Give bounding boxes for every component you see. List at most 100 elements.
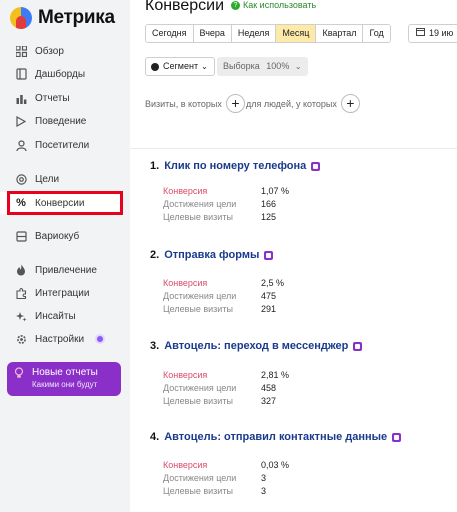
main-content: Конверсии ? Как использовать Сегодня Вче… bbox=[130, 0, 457, 512]
row-value: 2,5 % bbox=[261, 278, 285, 288]
gear-icon bbox=[14, 332, 28, 346]
reaches-row: Достижения цели 475 bbox=[163, 290, 450, 303]
target-visits-row: Целевые визиты 291 bbox=[163, 303, 450, 316]
dashboard-icon bbox=[14, 67, 28, 81]
logo-text: Метрика bbox=[38, 7, 115, 28]
goal-name: Отправка формы bbox=[164, 249, 260, 261]
sidebar: Метрика Обзор Дашборды Отчеты Поведение … bbox=[0, 0, 130, 512]
sidebar-item-label: Обзор bbox=[35, 45, 64, 57]
sidebar-item-label: Настройки bbox=[35, 333, 85, 345]
messenger-goal-icon bbox=[353, 341, 363, 351]
period-year-button[interactable]: Год bbox=[363, 25, 390, 42]
user-icon bbox=[14, 138, 28, 152]
period-yesterday-button[interactable]: Вчера bbox=[193, 25, 232, 42]
sidebar-item-label: Вариокуб bbox=[35, 230, 80, 242]
row-value: 0,03 % bbox=[261, 460, 290, 470]
row-value: 327 bbox=[261, 396, 277, 406]
row-value: 3 bbox=[261, 473, 267, 483]
row-label: Конверсия bbox=[163, 370, 208, 380]
goal-title[interactable]: 1. Клик по номеру телефона bbox=[150, 159, 450, 173]
sidebar-item-acquisition[interactable]: Привлечение bbox=[0, 259, 122, 281]
goal-title[interactable]: 2. Отправка формы bbox=[150, 248, 450, 262]
add-visits-filter-button[interactable]: + bbox=[225, 94, 245, 113]
cube-icon bbox=[14, 229, 28, 243]
conversion-row: Конверсия 1,07 % bbox=[163, 185, 450, 198]
lightbulb-icon bbox=[14, 367, 26, 396]
new-reports-promo[interactable]: Новые отчеты Какими они будут bbox=[7, 362, 121, 396]
promo-title: Новые отчеты bbox=[32, 367, 98, 378]
help-icon: ? bbox=[231, 0, 240, 10]
goal-name: Автоцель: переход в мессенджер bbox=[164, 340, 349, 352]
metrika-logo-icon bbox=[10, 7, 32, 29]
goal-number: 4. bbox=[150, 431, 160, 443]
goal-number: 3. bbox=[150, 340, 160, 352]
grid-icon bbox=[14, 44, 28, 58]
add-people-filter-button[interactable]: + bbox=[340, 94, 360, 113]
row-label: Целевые визиты bbox=[163, 486, 233, 496]
sidebar-item-visitors[interactable]: Посетители bbox=[0, 134, 122, 156]
bar-chart-icon bbox=[14, 91, 28, 105]
puzzle-icon bbox=[14, 286, 28, 300]
visits-filter: Визиты, в которых + bbox=[145, 94, 245, 113]
goal-block: 4. Автоцель: отправил контактные данные … bbox=[150, 430, 450, 498]
row-value: 2,81 % bbox=[261, 370, 290, 380]
date-range-picker[interactable]: 19 ию bbox=[408, 24, 457, 43]
goal-title[interactable]: 3. Автоцель: переход в мессенджер bbox=[150, 339, 450, 353]
row-label: Целевые визиты bbox=[163, 212, 233, 222]
sidebar-item-integrations[interactable]: Интеграции bbox=[0, 282, 122, 304]
goal-block: 2. Отправка формы Конверсия 2,5 % Достиже… bbox=[150, 248, 450, 316]
row-label: Целевые визиты bbox=[163, 304, 233, 314]
sample-dropdown[interactable]: Выборка 100% ⌄ bbox=[217, 57, 308, 76]
period-today-button[interactable]: Сегодня bbox=[146, 25, 194, 42]
people-filter: для людей, у которых + bbox=[246, 94, 360, 113]
sidebar-item-goals[interactable]: Цели bbox=[0, 168, 122, 190]
sample-label: Выборка bbox=[223, 61, 260, 71]
period-month-button[interactable]: Месяц bbox=[276, 25, 317, 42]
period-week-button[interactable]: Неделя bbox=[231, 25, 277, 42]
sidebar-item-overview[interactable]: Обзор bbox=[0, 40, 122, 62]
sidebar-item-variocube[interactable]: Вариокуб bbox=[0, 225, 122, 247]
chevron-down-icon: ⌄ bbox=[201, 62, 208, 71]
row-label: Достижения цели bbox=[163, 383, 237, 393]
goal-number: 2. bbox=[150, 249, 160, 261]
goal-number: 1. bbox=[150, 160, 160, 172]
promo-subtitle: Какими они будут bbox=[32, 380, 98, 389]
sidebar-item-label: Поведение bbox=[35, 115, 87, 127]
segment-label: Сегмент bbox=[163, 61, 199, 71]
pie-chart-icon bbox=[151, 62, 159, 71]
contact-goal-icon bbox=[392, 432, 402, 442]
how-to-use-label: Как использовать bbox=[243, 0, 317, 10]
period-quarter-button[interactable]: Квартал bbox=[316, 25, 364, 42]
notification-dot bbox=[97, 336, 104, 342]
row-label: Конверсия bbox=[163, 460, 208, 470]
row-label: Достижения цели bbox=[163, 199, 237, 209]
date-range-value: 19 ию bbox=[429, 28, 454, 38]
goal-title[interactable]: 4. Автоцель: отправил контактные данные bbox=[150, 430, 450, 444]
page-title: Конверсии bbox=[145, 0, 225, 14]
target-icon bbox=[14, 172, 28, 186]
sidebar-item-dashboards[interactable]: Дашборды bbox=[0, 63, 122, 85]
sidebar-item-settings[interactable]: Настройки bbox=[0, 328, 122, 350]
sidebar-item-label: Инсайты bbox=[35, 310, 76, 322]
row-value: 1,07 % bbox=[261, 186, 290, 196]
visits-filter-label: Визиты, в которых bbox=[145, 98, 222, 109]
sidebar-item-insights[interactable]: Инсайты bbox=[0, 305, 122, 327]
row-value: 458 bbox=[261, 383, 277, 393]
target-visits-row: Целевые визиты 3 bbox=[163, 485, 450, 498]
app-logo[interactable]: Метрика bbox=[10, 7, 115, 29]
goal-block: 3. Автоцель: переход в мессенджер Конвер… bbox=[150, 339, 450, 408]
sidebar-item-reports[interactable]: Отчеты bbox=[0, 87, 122, 109]
segment-button[interactable]: Сегмент ⌄ bbox=[145, 57, 215, 76]
conversion-row: Конверсия 2,81 % bbox=[163, 369, 450, 382]
how-to-use-link[interactable]: ? Как использовать bbox=[231, 0, 316, 10]
reaches-row: Достижения цели 3 bbox=[163, 472, 450, 485]
row-label: Достижения цели bbox=[163, 473, 237, 483]
row-value: 475 bbox=[261, 291, 277, 301]
reaches-row: Достижения цели 166 bbox=[163, 198, 450, 211]
row-label: Достижения цели bbox=[163, 291, 237, 301]
row-label: Конверсия bbox=[163, 278, 208, 288]
sidebar-item-label: Интеграции bbox=[35, 287, 90, 299]
phone-goal-icon bbox=[311, 161, 321, 171]
sidebar-item-label: Цели bbox=[35, 173, 60, 185]
sidebar-item-behavior[interactable]: Поведение bbox=[0, 110, 122, 132]
